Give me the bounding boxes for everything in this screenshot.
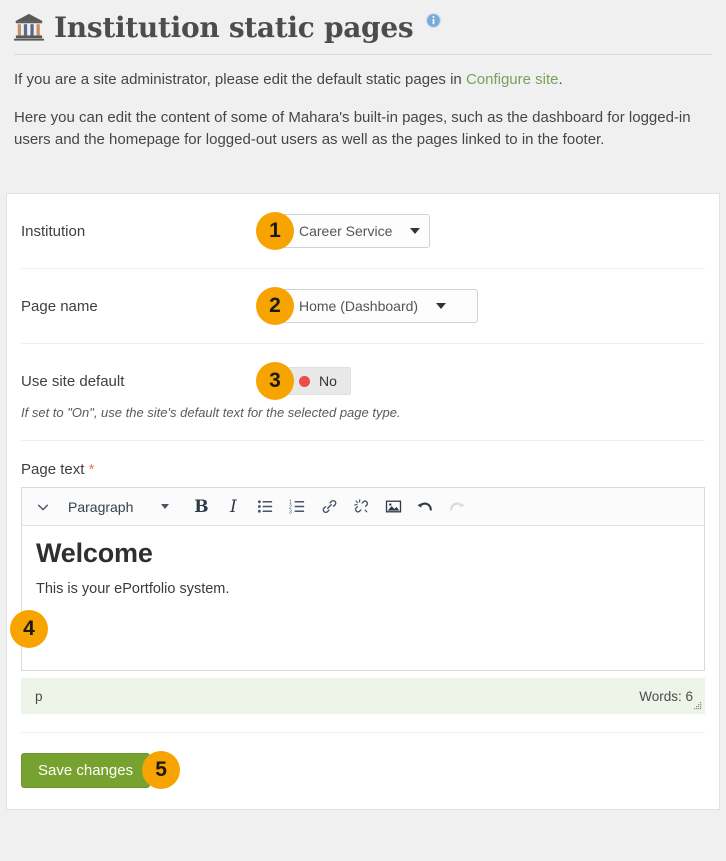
intro-paragraph-2: Here you can edit the content of some of… [14,108,691,148]
intro-p1-after: . [558,71,563,88]
link-icon[interactable] [313,492,345,522]
rich-text-editor: Paragraph B I 1 2 3 Welcome This is your… [10,487,705,671]
chevron-down-icon [161,504,170,509]
page-name-row: Page name 2 Home (Dashboard) [21,269,705,344]
required-marker: * [88,461,95,478]
use-site-default-row: Use site default 3 No [21,344,705,418]
page-title: Institution static pages [54,10,414,44]
editor-content-area[interactable]: Welcome This is your ePortfolio system. … [10,526,704,670]
institution-control: 1 Career Service [256,212,430,250]
save-changes-button[interactable]: Save changes [21,752,151,788]
header-divider [14,54,712,55]
status-dot-icon [299,375,310,387]
institution-select[interactable]: Career Service [282,214,430,248]
use-site-default-value: No [319,373,337,389]
intro-text: If you are a site administrator, please … [0,69,726,150]
chevron-down-icon [436,303,447,309]
svg-text:3: 3 [289,509,292,515]
institution-select-value: Career Service [299,223,393,239]
step-badge-5: 5 [142,751,181,789]
bold-button[interactable]: B [185,492,217,522]
undo-icon[interactable] [409,492,441,522]
editor-toolbar: Paragraph B I 1 2 3 [22,488,704,526]
page-name-control: 2 Home (Dashboard) [256,287,478,325]
editor-paragraph: This is your ePortfolio system. [36,581,230,597]
numbered-list-icon[interactable]: 1 2 3 [281,492,313,522]
configure-site-link[interactable]: Configure site [466,71,559,88]
bank-institution-icon [14,13,44,41]
form-actions: Save changes 5 [21,732,705,809]
chevron-down-icon [410,228,421,234]
format-dropdown-value: Paragraph [68,498,134,515]
institution-row: Institution 1 Career Service [21,194,705,269]
editor-element-path[interactable]: p [35,689,43,704]
use-site-default-label: Use site default [21,372,125,390]
intro-paragraph-1: If you are a site administrator, please … [14,69,712,91]
resize-grip-icon[interactable] [692,702,702,712]
unlink-icon[interactable] [345,492,377,522]
institution-label: Institution [21,222,86,240]
use-site-default-control: 3 No [256,362,351,400]
page-text-block: Page text * Paragraph B I 1 2 3 Welcome … [10,441,705,732]
info-circle-icon[interactable] [425,12,442,29]
page-name-label: Page name [21,297,98,315]
page-name-select[interactable]: Home (Dashboard) [282,289,478,323]
redo-icon [441,492,473,522]
page-header: Institution static pages [0,0,726,48]
page-text-label-text: Page text [21,461,85,478]
page-name-select-value: Home (Dashboard) [299,298,419,314]
toolbar-collapse-chevron-icon[interactable] [26,492,60,522]
image-icon[interactable] [377,492,409,522]
step-badge-4: 4 [10,610,48,648]
settings-panel: Institution 1 Career Service Page name 2… [6,193,720,810]
step-badge-2: 2 [256,287,294,325]
editor-heading: Welcome [36,538,153,568]
italic-button[interactable]: I [217,492,249,522]
step-badge-1: 1 [256,212,294,250]
page-text-label: Page text * [21,461,705,478]
step-badge-3: 3 [256,362,294,400]
editor-word-count: Words: 6 [639,688,693,704]
editor-status-bar: p Words: 6 [21,678,705,714]
format-dropdown[interactable]: Paragraph [60,492,175,522]
bullet-list-icon[interactable] [249,492,281,522]
intro-p1-before: If you are a site administrator, please … [14,71,466,88]
